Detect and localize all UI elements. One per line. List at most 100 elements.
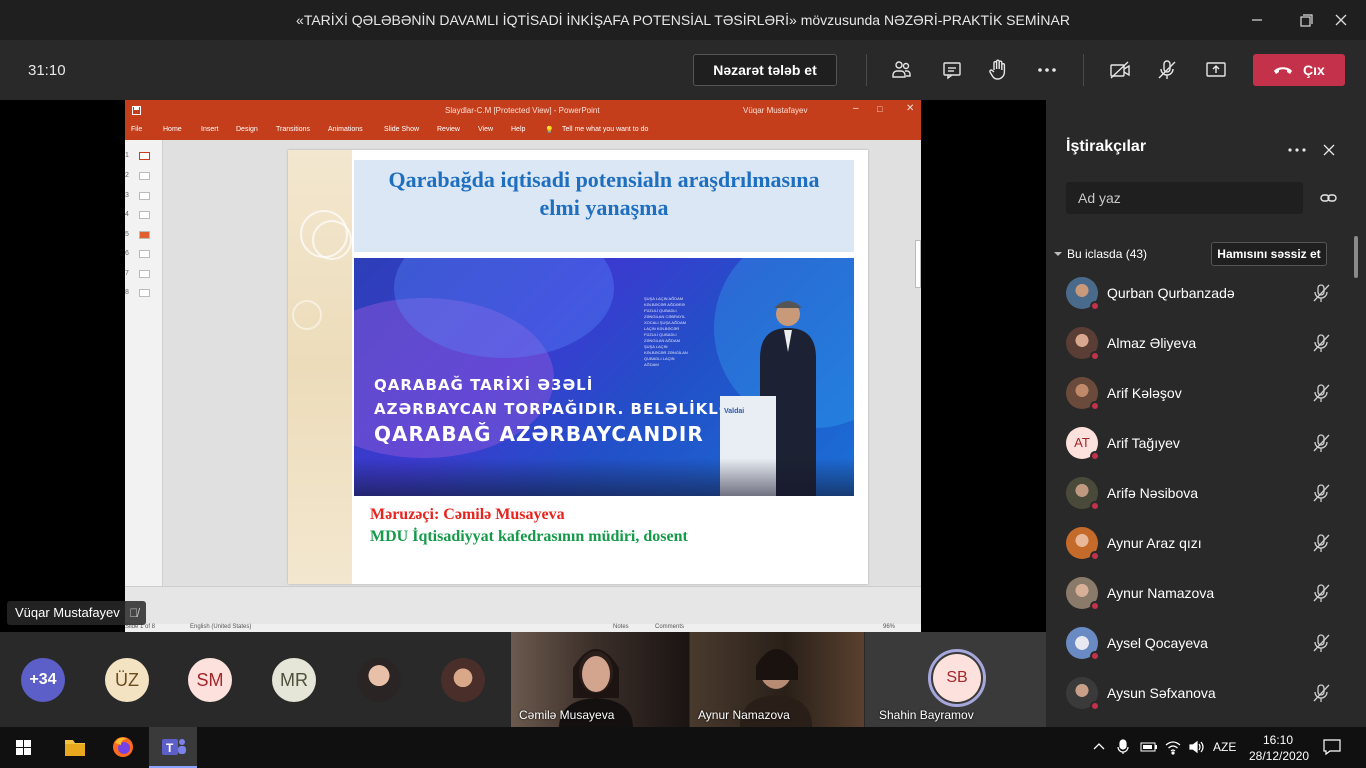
participant-row[interactable]: AT Arif Tağıyev <box>1066 427 1346 477</box>
video-tile[interactable]: SB Shahin Bayramov <box>865 632 1046 727</box>
leave-button[interactable]: Çıx <box>1253 54 1345 86</box>
participant-name: Arifə Nəsibova <box>1107 485 1199 501</box>
mic-muted-icon <box>1313 634 1330 652</box>
svg-text:T: T <box>166 741 174 755</box>
slide-thumbnail <box>139 231 150 239</box>
video-tile[interactable]: Aynur Namazova <box>690 632 864 727</box>
ppt-close-icon: ✕ <box>906 103 915 114</box>
slide-thumbnail <box>139 270 150 278</box>
participant-avatar[interactable]: MR <box>272 658 316 702</box>
ribbon-tab: File <box>131 126 143 133</box>
raise-hand-icon[interactable] <box>986 58 1010 82</box>
participant-row[interactable]: Almaz Əliyeva <box>1066 327 1346 377</box>
participant-row[interactable]: Aysel Qocayeva <box>1066 627 1346 677</box>
title-bar: «TARİXİ QƏLƏBƏNİN DAVAMLI İQTİSADİ İNKİŞ… <box>0 0 1366 40</box>
participant-photo-avatar[interactable] <box>357 658 401 702</box>
volume-icon[interactable] <box>1188 739 1206 755</box>
windows-taskbar: T AZE 16:10 28/12/2020 <box>0 727 1366 768</box>
status-dot <box>1090 301 1100 311</box>
panel-close-icon[interactable] <box>1319 140 1339 160</box>
call-toolbar: 31:10 Nəzarət tələb et Çıx <box>0 40 1366 100</box>
status-notes: Notes <box>613 624 629 630</box>
ribbon-tab: Home <box>163 126 182 133</box>
meeting-title: «TARİXİ QƏLƏBƏNİN DAVAMLI İQTİSADİ İNKİŞ… <box>296 12 1070 28</box>
slide-side-decoration <box>288 150 352 584</box>
participant-row[interactable]: Arifə Nəsibova <box>1066 477 1346 527</box>
microphone-tray-icon[interactable] <box>1116 739 1130 755</box>
clock-time[interactable]: 16:10 <box>1253 733 1303 747</box>
slide-speaker-role: MDU İqtisadiyyat kafedrasının müdiri, do… <box>370 528 688 545</box>
status-dot <box>1090 601 1100 611</box>
banner-line2: AZƏRBAYCAN TORPAĞIDIR. BELƏLİKLƏ, <box>374 400 740 418</box>
participant-avatar[interactable]: ÜZ <box>105 658 149 702</box>
status-dot <box>1090 551 1100 561</box>
panel-more-icon[interactable] <box>1286 140 1308 160</box>
video-tile-name: Aynur Namazova <box>698 708 790 722</box>
slide-number: 6 <box>125 250 129 257</box>
hang-up-icon <box>1274 67 1292 74</box>
wifi-icon[interactable] <box>1164 739 1182 755</box>
file-explorer-icon[interactable] <box>51 727 99 768</box>
participant-row[interactable]: Arif Kələşov <box>1066 377 1346 427</box>
toolbar-divider <box>1083 54 1084 86</box>
ppt-status-bar: Slide 1 of 8 English (United States) Not… <box>125 624 921 632</box>
ribbon-tab: Design <box>236 126 258 133</box>
participant-row[interactable]: Qurban Qurbanzadə <box>1066 277 1346 327</box>
ppt-save-icon <box>132 106 141 115</box>
close-icon[interactable] <box>1329 8 1353 32</box>
participants-panel: İştirakçılar Ad yaz Bu iclasda (43) Hamı… <box>1046 100 1366 727</box>
participant-name: Arif Kələşov <box>1107 385 1182 401</box>
minimize-icon[interactable] <box>1245 8 1269 32</box>
overflow-participants-button[interactable]: +34 <box>21 658 65 702</box>
notifications-icon[interactable] <box>1322 738 1342 756</box>
participant-search-input[interactable]: Ad yaz <box>1066 182 1303 214</box>
ribbon-tab: Animations <box>328 126 363 133</box>
windows-start-icon[interactable] <box>0 727 48 768</box>
current-slide: Qarabağda iqtisadi potensialn araşdrılma… <box>288 150 868 584</box>
ribbon-tab: Insert <box>201 126 219 133</box>
maximize-icon[interactable] <box>1293 8 1317 32</box>
mute-all-button[interactable]: Hamısını səssiz et <box>1211 242 1327 266</box>
ppt-user-name: Vüqar Mustafayev <box>743 106 808 115</box>
ppt-title-bar: Slaydlar-C.M [Protected View] - PowerPoi… <box>125 100 921 120</box>
slide-thumbnail <box>139 289 150 297</box>
participant-row[interactable]: Aysun Səfxanova <box>1066 677 1346 727</box>
participant-photo-avatar[interactable] <box>441 658 485 702</box>
collapse-section-icon[interactable] <box>1053 250 1063 258</box>
battery-icon[interactable] <box>1140 740 1158 754</box>
video-tile[interactable]: Cəmilə Musayeva <box>511 632 689 727</box>
more-options-icon[interactable] <box>1035 58 1059 82</box>
chat-icon[interactable] <box>940 58 964 82</box>
mic-muted-icon <box>1313 484 1330 502</box>
status-dot <box>1090 651 1100 661</box>
slide-number: 2 <box>125 172 129 179</box>
status-dot <box>1090 451 1100 461</box>
mic-muted-icon <box>1313 434 1330 452</box>
slide-thumbnail <box>139 172 150 180</box>
input-language-indicator[interactable]: AZE <box>1213 740 1236 754</box>
mic-off-icon[interactable] <box>1155 58 1179 82</box>
panel-scrollbar[interactable] <box>1354 236 1358 278</box>
participant-avatar: SB <box>933 654 981 702</box>
participant-row[interactable]: Aynur Namazova <box>1066 577 1346 627</box>
shared-powerpoint-window: Slaydlar-C.M [Protected View] - PowerPoi… <box>125 100 921 632</box>
participant-row[interactable]: Aynur Araz qızı <box>1066 527 1346 577</box>
mic-muted-icon: 🎙̸ <box>129 606 139 620</box>
share-screen-icon[interactable] <box>1204 58 1228 82</box>
show-hidden-icons[interactable] <box>1092 740 1106 754</box>
status-dot <box>1090 501 1100 511</box>
status-dot <box>1090 351 1100 361</box>
participants-icon[interactable] <box>890 58 914 82</box>
teams-taskbar-icon[interactable]: T <box>149 727 197 768</box>
clock-date[interactable]: 28/12/2020 <box>1249 749 1309 763</box>
request-control-button[interactable]: Nəzarət tələb et <box>693 54 837 86</box>
firefox-icon[interactable] <box>99 727 147 768</box>
video-tile-name: Shahin Bayramov <box>879 708 974 722</box>
slide-thumbnail-pane: 1 2 3 4 5 6 7 8 <box>125 140 163 626</box>
presenter-name: Vüqar Mustafayev <box>15 605 120 620</box>
share-link-icon[interactable] <box>1319 189 1339 207</box>
mic-muted-icon <box>1313 384 1330 402</box>
presenter-name-tag: Vüqar Mustafayev 🎙̸ <box>7 601 147 625</box>
participant-avatar[interactable]: SM <box>188 658 232 702</box>
camera-off-icon[interactable] <box>1108 58 1132 82</box>
